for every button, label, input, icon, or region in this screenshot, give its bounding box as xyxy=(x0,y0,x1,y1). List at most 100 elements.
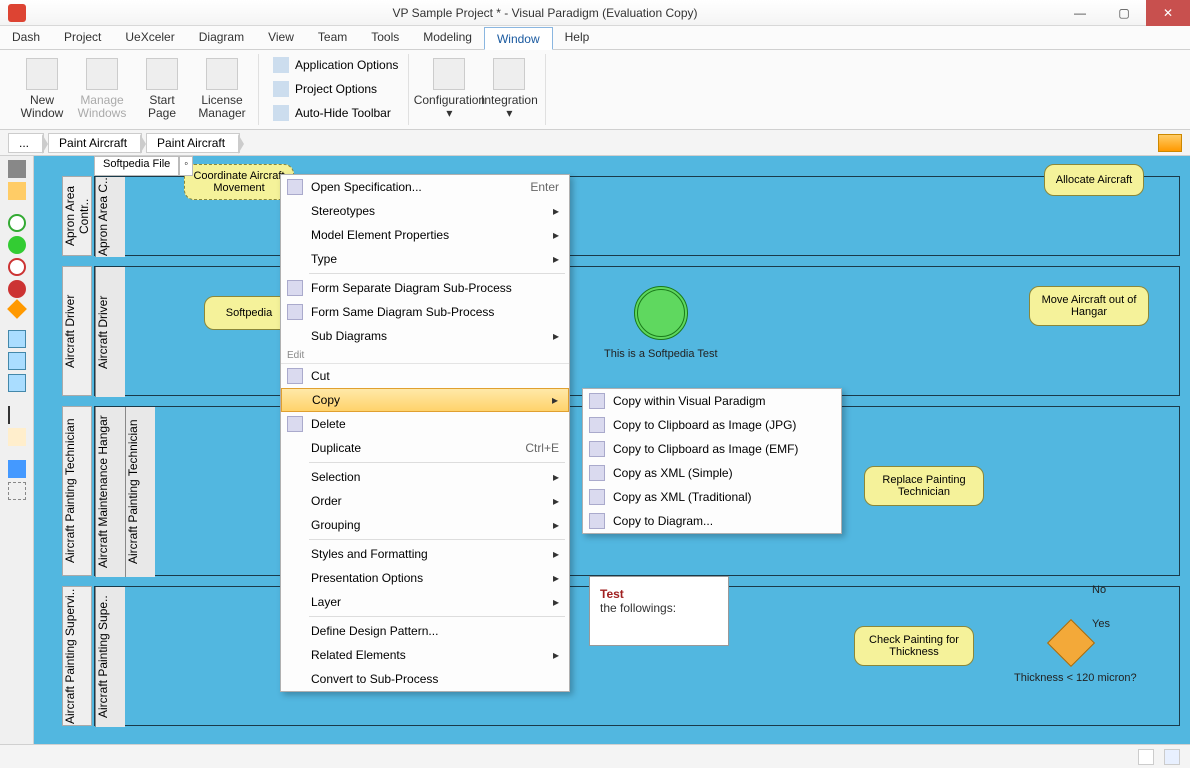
menu-uexceler[interactable]: UeXceler xyxy=(113,26,186,49)
auto-hide-toolbar-button[interactable]: Auto-Hide Toolbar xyxy=(269,102,395,124)
menubar: DashProjectUeXcelerDiagramViewTeamToolsM… xyxy=(0,26,1190,50)
titlebar: VP Sample Project * - Visual Paradigm (E… xyxy=(0,0,1190,26)
menu-item-presentation-options[interactable]: Presentation Options▸ xyxy=(281,566,569,590)
gateway-icon[interactable] xyxy=(7,299,27,319)
menu-item-icon xyxy=(287,280,303,296)
text-annotation-icon[interactable] xyxy=(8,406,26,424)
start-event-filled-icon[interactable] xyxy=(8,236,26,254)
breadcrumb-item[interactable]: Paint Aircraft xyxy=(146,133,240,153)
application-options-button[interactable]: Application Options xyxy=(269,54,402,76)
submenu-item-copy-as-xml-traditional[interactable]: Copy as XML (Traditional) xyxy=(583,485,841,509)
data-icon[interactable] xyxy=(8,428,26,446)
configuration-icon xyxy=(433,58,465,90)
task-moveout[interactable]: Move Aircraft out of Hangar xyxy=(1029,286,1149,326)
diagram-tab[interactable]: Softpedia File xyxy=(94,156,179,176)
start-event-icon[interactable] xyxy=(8,214,26,232)
menu-item-styles-and-formatting[interactable]: Styles and Formatting▸ xyxy=(281,542,569,566)
menu-project[interactable]: Project xyxy=(52,26,113,49)
license-manager-button[interactable]: LicenseManager xyxy=(192,54,252,124)
diagram-canvas[interactable]: Softpedia File◦ Apron Area Contr.. Aircr… xyxy=(34,156,1190,744)
submenu-item-copy-to-clipboard-as-image-jpg[interactable]: Copy to Clipboard as Image (JPG) xyxy=(583,413,841,437)
start-page-icon xyxy=(146,58,178,90)
pool-label-driver: Aircraft Driver xyxy=(62,266,92,396)
page-icon[interactable] xyxy=(1164,749,1180,765)
note-title: Test xyxy=(600,587,718,601)
menu-item-related-elements[interactable]: Related Elements▸ xyxy=(281,643,569,667)
menu-modeling[interactable]: Modeling xyxy=(411,26,484,49)
breadcrumb-item[interactable]: Paint Aircraft xyxy=(48,133,142,153)
menu-item-define-design-pattern[interactable]: Define Design Pattern... xyxy=(281,619,569,643)
submenu-item-copy-as-xml-simple[interactable]: Copy as XML (Simple) xyxy=(583,461,841,485)
close-button[interactable]: ✕ xyxy=(1146,0,1190,26)
menu-item-sub-diagrams[interactable]: Sub Diagrams▸ xyxy=(281,324,569,348)
ribbon: NewWindowManageWindowsStartPageLicenseMa… xyxy=(0,50,1190,130)
menu-diagram[interactable]: Diagram xyxy=(187,26,256,49)
pool-label-painting-tech: Aircraft Painting Technician xyxy=(62,406,92,576)
menu-item-form-same-diagram-sub-process[interactable]: Form Same Diagram Sub-Process xyxy=(281,300,569,324)
tab-close-icon[interactable]: ◦ xyxy=(179,156,193,176)
end-event-icon[interactable] xyxy=(8,280,26,298)
cursor-tool-icon[interactable] xyxy=(8,160,26,178)
menu-item-delete[interactable]: Delete xyxy=(281,412,569,436)
menu-team[interactable]: Team xyxy=(306,26,359,49)
menu-tools[interactable]: Tools xyxy=(359,26,411,49)
submenu-item-copy-within-visual-paradigm[interactable]: Copy within Visual Paradigm xyxy=(583,389,841,413)
tool-palette xyxy=(0,156,34,744)
lane-icon[interactable] xyxy=(8,352,26,370)
menu-item-grouping[interactable]: Grouping▸ xyxy=(281,513,569,537)
gateway-no-label: No xyxy=(1092,584,1106,596)
menu-item-order[interactable]: Order▸ xyxy=(281,489,569,513)
menu-item-form-separate-diagram-sub-process[interactable]: Form Separate Diagram Sub-Process xyxy=(281,276,569,300)
copy-icon xyxy=(589,417,605,433)
view-switcher-icon[interactable] xyxy=(1158,134,1182,152)
menu-view[interactable]: View xyxy=(256,26,306,49)
new-window-icon xyxy=(26,58,58,90)
copy-icon xyxy=(589,489,605,505)
task-coordinate[interactable]: Coordinate Aircraft Movement xyxy=(184,164,294,200)
intermediate-event-icon[interactable] xyxy=(8,258,26,276)
menu-item-stereotypes[interactable]: Stereotypes▸ xyxy=(281,199,569,223)
menu-help[interactable]: Help xyxy=(553,26,602,49)
task-allocate[interactable]: Allocate Aircraft xyxy=(1044,164,1144,196)
menu-item-layer[interactable]: Layer▸ xyxy=(281,590,569,614)
breadcrumb-item[interactable]: ... xyxy=(8,133,44,153)
menu-item-cut[interactable]: Cut xyxy=(281,364,569,388)
new-window-button[interactable]: NewWindow xyxy=(12,54,72,124)
start-page-button[interactable]: StartPage xyxy=(132,54,192,124)
license-manager-icon xyxy=(206,58,238,90)
menu-item-selection[interactable]: Selection▸ xyxy=(281,465,569,489)
task-replace[interactable]: Replace Painting Technician xyxy=(864,466,984,506)
configuration-button[interactable]: Configuration▾ xyxy=(419,54,479,124)
lane-label-hangar: Aircraft Maintenance Hangar xyxy=(95,407,125,577)
menu-item-open-specification[interactable]: Open Specification...Enter xyxy=(281,175,569,199)
menu-item-duplicate[interactable]: DuplicateCtrl+E xyxy=(281,436,569,460)
group-icon[interactable] xyxy=(8,482,26,500)
maximize-button[interactable]: ▢ xyxy=(1102,0,1146,26)
lane-label-driver-inner: Aircraft Driver xyxy=(95,267,125,397)
menu-item-copy[interactable]: Copy▸ xyxy=(281,388,569,412)
lane-driver[interactable]: Aircraft Driver xyxy=(94,266,1180,396)
submenu-item-copy-to-clipboard-as-image-emf[interactable]: Copy to Clipboard as Image (EMF) xyxy=(583,437,841,461)
lasso-tool-icon[interactable] xyxy=(8,182,26,200)
manage-windows-icon xyxy=(86,58,118,90)
task-icon[interactable] xyxy=(8,374,26,392)
task-check[interactable]: Check Painting for Thickness xyxy=(854,626,974,666)
menu-item-model-element-properties[interactable]: Model Element Properties▸ xyxy=(281,223,569,247)
menu-dash[interactable]: Dash xyxy=(0,26,52,49)
submenu-item-copy-to-diagram[interactable]: Copy to Diagram... xyxy=(583,509,841,533)
menu-window[interactable]: Window xyxy=(484,27,553,50)
text-annotation[interactable]: Test the followings: xyxy=(589,576,729,646)
minimize-button[interactable]: — xyxy=(1058,0,1102,26)
menu-item-icon xyxy=(287,304,303,320)
project-options-button[interactable]: Project Options xyxy=(269,78,381,100)
callout-icon[interactable] xyxy=(8,460,26,478)
pool-icon[interactable] xyxy=(8,330,26,348)
integration-button[interactable]: Integration▾ xyxy=(479,54,539,124)
gateway-label: Thickness < 120 micron? xyxy=(1014,672,1137,684)
menu-item-type[interactable]: Type▸ xyxy=(281,247,569,271)
gateway-yes-label: Yes xyxy=(1092,618,1110,630)
statusbar xyxy=(0,744,1190,768)
menu-item-convert-to-sub-process[interactable]: Convert to Sub-Process xyxy=(281,667,569,691)
mail-icon[interactable] xyxy=(1138,749,1154,765)
timer-event-icon[interactable] xyxy=(634,286,688,340)
